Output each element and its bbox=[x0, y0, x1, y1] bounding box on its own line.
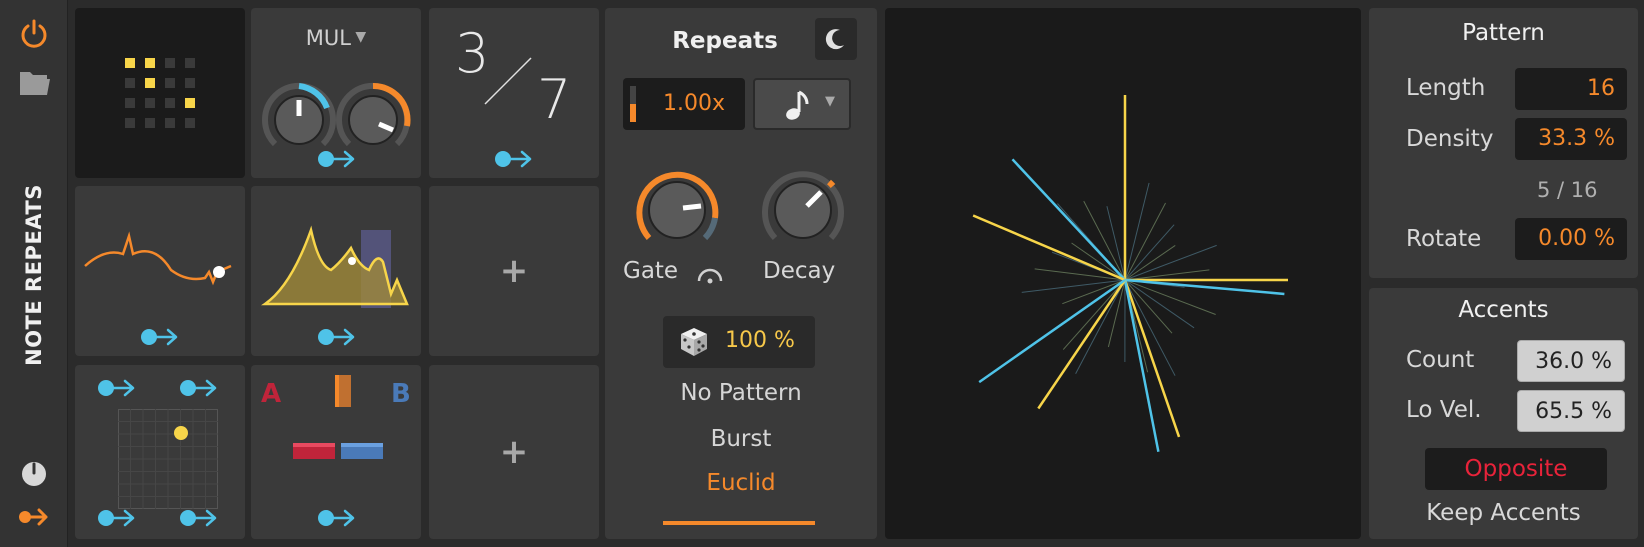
density-label: Density bbox=[1406, 126, 1494, 152]
note-value-dropdown[interactable]: ▼ bbox=[753, 78, 851, 130]
modulation-arrow-icon[interactable] bbox=[97, 507, 137, 529]
mode-burst[interactable]: Burst bbox=[605, 426, 877, 452]
pattern-ray bbox=[1124, 278, 1285, 296]
lo-vel-field[interactable]: 65.5 % bbox=[1517, 390, 1625, 432]
modulation-arrow-icon[interactable] bbox=[494, 148, 534, 170]
add-modulator-slot[interactable]: + bbox=[429, 186, 599, 356]
moon-icon bbox=[825, 29, 844, 50]
moon-button[interactable] bbox=[815, 18, 857, 60]
density-field[interactable]: 33.3 % bbox=[1515, 118, 1627, 160]
add-icon: + bbox=[499, 432, 529, 472]
mul-dropdown[interactable]: MUL ▼ bbox=[251, 26, 421, 50]
gate-knob[interactable] bbox=[627, 158, 727, 258]
length-field[interactable]: 16 bbox=[1515, 68, 1627, 110]
count-field[interactable]: 36.0 % bbox=[1517, 340, 1625, 382]
opposite-button[interactable]: Opposite bbox=[1425, 448, 1607, 490]
rate-field[interactable]: 1.00x bbox=[623, 78, 745, 130]
ab-slider-display[interactable] bbox=[251, 365, 421, 475]
modulator-fraction[interactable]: 3 7 bbox=[429, 8, 599, 178]
folder-icon[interactable] bbox=[19, 68, 51, 96]
decay-label: Decay bbox=[763, 258, 836, 284]
chevron-down-icon: ▼ bbox=[825, 94, 835, 109]
note-icon bbox=[786, 90, 809, 120]
gate-curve-icon[interactable] bbox=[695, 263, 725, 285]
chevron-down-icon: ▼ bbox=[350, 29, 367, 45]
repeats-title: Repeats bbox=[672, 28, 778, 54]
decay-knob[interactable] bbox=[753, 158, 853, 258]
power-icon[interactable] bbox=[18, 18, 50, 50]
mode-euclid[interactable]: Euclid bbox=[605, 470, 877, 496]
pattern-ray bbox=[978, 278, 1126, 384]
modulation-arrow-icon[interactable] bbox=[317, 148, 357, 170]
modulation-arrow-icon[interactable] bbox=[179, 377, 219, 399]
mode-no-pattern[interactable]: No Pattern bbox=[605, 380, 877, 406]
chance-value: 100 % bbox=[725, 328, 795, 353]
device-header-strip: NOTE REPEATS bbox=[0, 0, 68, 547]
chance-field[interactable]: 100 % bbox=[663, 316, 815, 368]
count-label: Count bbox=[1406, 347, 1475, 373]
dial-icon[interactable] bbox=[20, 460, 48, 488]
gate-label: Gate bbox=[623, 258, 679, 284]
modulation-arrow-icon[interactable] bbox=[317, 326, 357, 348]
pattern-title: Pattern bbox=[1462, 20, 1545, 46]
modulation-arrow-icon[interactable] bbox=[317, 507, 357, 529]
length-label: Length bbox=[1406, 75, 1486, 101]
lo-vel-label: Lo Vel. bbox=[1406, 397, 1482, 423]
active-mode-underline bbox=[663, 521, 815, 525]
rate-meter-fill bbox=[630, 104, 636, 122]
modulation-arrow-icon[interactable] bbox=[18, 505, 50, 529]
pattern-ray bbox=[1011, 158, 1126, 281]
note-repeats-device: NOTE REPEATS MUL ▼ 3 7 + A B + Repeats 1… bbox=[0, 0, 1644, 547]
step-grid-display bbox=[125, 58, 195, 128]
keep-accents-button[interactable]: Keep Accents bbox=[1369, 500, 1638, 526]
modulator-random-lfo[interactable] bbox=[75, 186, 245, 356]
modulation-arrow-icon[interactable] bbox=[97, 377, 137, 399]
add-icon: + bbox=[499, 251, 529, 291]
dice-icon bbox=[681, 328, 707, 356]
modulator-mul[interactable]: MUL ▼ bbox=[251, 8, 421, 178]
modulator-ab[interactable]: A B bbox=[251, 365, 421, 539]
modulation-arrow-icon[interactable] bbox=[140, 326, 180, 348]
modulator-audio-envelope[interactable] bbox=[251, 186, 421, 356]
rotate-field[interactable]: 0.00 % bbox=[1515, 218, 1627, 260]
repeats-panel: Repeats 1.00x ▼ Gate Decay 100 % No Patt… bbox=[605, 8, 877, 539]
rate-value: 1.00x bbox=[663, 91, 726, 116]
xy-pad-grid[interactable] bbox=[118, 409, 218, 509]
modulation-arrow-icon[interactable] bbox=[179, 507, 219, 529]
pattern-star-display bbox=[972, 95, 1288, 453]
device-title: NOTE REPEATS bbox=[22, 184, 47, 366]
decay-knob-graphic bbox=[762, 171, 844, 241]
modulator-step-grid[interactable] bbox=[75, 8, 245, 178]
rotate-label: Rotate bbox=[1406, 226, 1482, 252]
density-ratio: 5 / 16 bbox=[1537, 178, 1598, 202]
fraction-bottom: 7 bbox=[537, 68, 572, 131]
add-modulator-slot[interactable]: + bbox=[429, 365, 599, 539]
gate-knob-graphic bbox=[636, 171, 719, 241]
pattern-ray bbox=[1037, 279, 1127, 410]
accents-title: Accents bbox=[1458, 297, 1549, 323]
pattern-visualizer bbox=[885, 8, 1361, 539]
modulator-xy-pad[interactable] bbox=[75, 365, 245, 539]
